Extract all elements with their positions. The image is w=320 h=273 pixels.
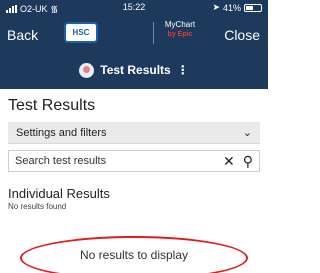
settings-label: Settings and filters bbox=[16, 126, 107, 139]
individual-results-heading: Individual Results bbox=[8, 186, 110, 201]
highlight-ring bbox=[20, 236, 248, 273]
search-bar: ✕ ⚲ bbox=[8, 150, 260, 172]
battery-percent: 41% bbox=[222, 2, 241, 13]
logo-divider bbox=[153, 22, 154, 44]
clear-icon[interactable]: ✕ bbox=[223, 153, 235, 170]
battery-icon bbox=[244, 3, 262, 12]
location-icon: ➤ bbox=[212, 2, 220, 12]
title-bar: Test Results ⋮ bbox=[0, 58, 268, 82]
hsc-logo: HSC bbox=[64, 22, 98, 43]
search-input[interactable] bbox=[15, 155, 223, 167]
more-menu-icon[interactable]: ⋮ bbox=[177, 63, 189, 77]
mychart-logo-text: MyChart bbox=[164, 20, 196, 29]
no-results-found-text: No results found bbox=[8, 202, 67, 211]
back-button[interactable]: Back bbox=[7, 27, 38, 43]
close-button[interactable]: Close bbox=[224, 27, 260, 43]
chevron-down-icon: ⌄ bbox=[242, 127, 252, 139]
app-header: O2-UK ᯾ 15:22 ➤ 41% Back HSC MyChart by … bbox=[0, 0, 268, 89]
status-bar: O2-UK ᯾ 15:22 ➤ 41% bbox=[0, 0, 268, 14]
mychart-logo: MyChart by Epic bbox=[160, 20, 200, 40]
avatar[interactable] bbox=[79, 62, 95, 78]
settings-and-filters-toggle[interactable]: Settings and filters ⌄ bbox=[8, 122, 260, 144]
header-title: Test Results bbox=[100, 63, 171, 77]
search-icon[interactable]: ⚲ bbox=[243, 153, 253, 170]
epic-logo-text: by Epic bbox=[167, 31, 193, 38]
page-title: Test Results bbox=[8, 97, 96, 114]
status-right: ➤ 41% bbox=[212, 2, 262, 13]
